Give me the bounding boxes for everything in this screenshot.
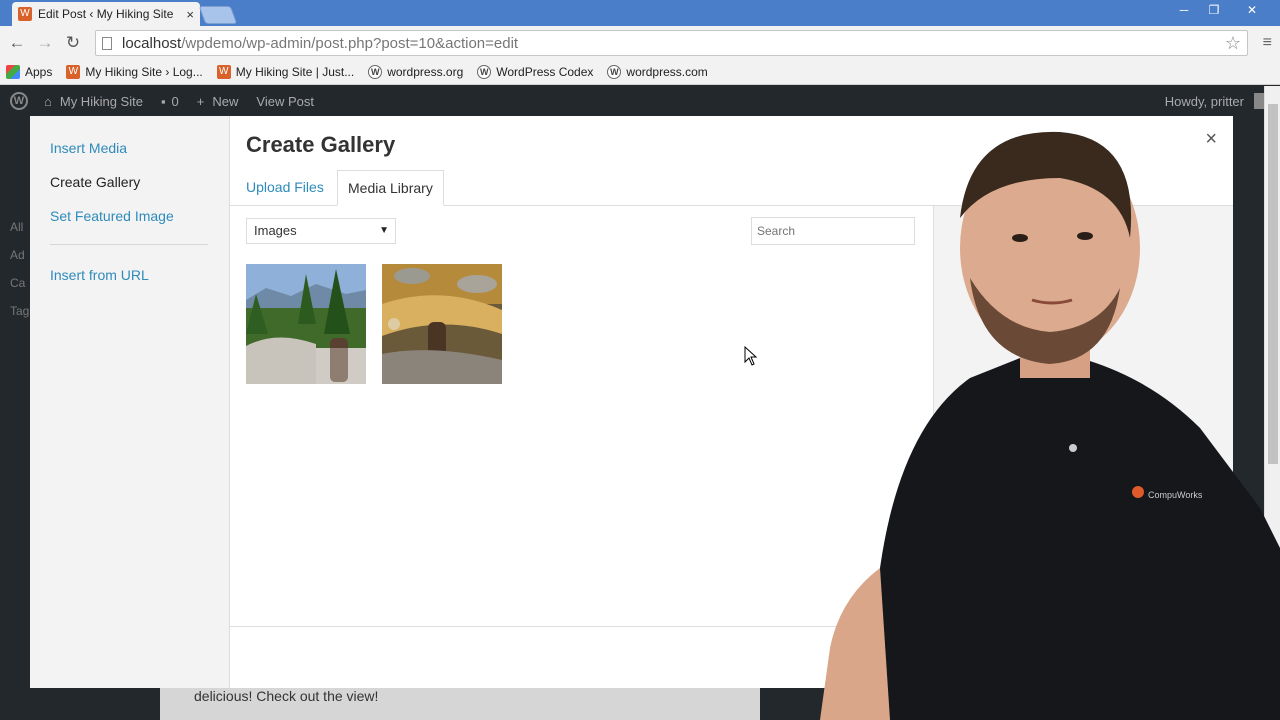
sidebar-fragment: Tag: [10, 304, 30, 318]
bookmark-hiking-login[interactable]: W My Hiking Site › Log...: [66, 65, 203, 79]
url-path: /wpdemo/wp-admin/post.php?post=10&action…: [181, 34, 519, 52]
url-host: localhost: [122, 34, 182, 52]
forward-arrow-icon[interactable]: →: [34, 32, 56, 54]
plus-icon: +: [196, 93, 205, 109]
site-favicon-icon: W: [18, 7, 32, 21]
chrome-menu-icon[interactable]: ≡: [1263, 34, 1272, 52]
bookmark-label: wordpress.org: [387, 65, 464, 79]
url-text: localhost/wpdemo/wp-admin/post.php?post=…: [122, 35, 518, 52]
bookmark-label: My Hiking Site › Log...: [85, 65, 203, 79]
new-tab-button[interactable]: [198, 6, 238, 24]
back-arrow-icon[interactable]: ←: [6, 32, 28, 54]
mouse-cursor-icon: [744, 346, 758, 366]
menu-insert-from-url[interactable]: Insert from URL: [30, 265, 229, 299]
admin-bar-howdy[interactable]: Howdy, pritter: [1165, 94, 1244, 109]
tab-media-library[interactable]: Media Library: [337, 170, 444, 206]
menu-set-featured-image[interactable]: Set Featured Image: [30, 206, 229, 240]
menu-create-gallery[interactable]: Create Gallery: [30, 172, 229, 206]
wp-admin-sidebar: All Ad Ca Tag: [0, 116, 30, 720]
tab-close-icon[interactable]: ×: [186, 7, 194, 22]
apps-grid-icon: [6, 65, 20, 79]
browser-titlebar: W Edit Post ‹ My Hiking Site × ─ ❐ ✕: [0, 0, 1280, 26]
site-icon: W: [66, 65, 81, 79]
restore-icon[interactable]: ❐: [1202, 2, 1226, 18]
menu-separator: [50, 244, 208, 245]
browser-toolbar: ← → ↻ localhost/wpdemo/wp-admin/post.php…: [0, 26, 1280, 60]
bookmark-wordpress-codex[interactable]: W WordPress Codex: [477, 65, 593, 79]
presenter-video-overlay: CompuWorks: [820, 131, 1280, 720]
tab-title: Edit Post ‹ My Hiking Site: [38, 7, 174, 21]
sidebar-fragment: All: [10, 220, 24, 234]
window-close-icon[interactable]: ✕: [1232, 2, 1272, 18]
wordpress-icon: W: [477, 65, 492, 79]
modal-title: Create Gallery: [246, 132, 396, 157]
dropdown-arrow-icon: ▼: [379, 225, 389, 236]
bookmarks-bar: Apps W My Hiking Site › Log... W My Hiking…: [0, 60, 1280, 85]
bookmark-hiking-site[interactable]: W My Hiking Site | Just...: [216, 65, 355, 79]
filter-selected-value: Images: [254, 223, 297, 238]
attachment-thumbnail[interactable]: [246, 264, 366, 384]
wordpress-logo-icon[interactable]: W: [10, 92, 28, 110]
bookmark-label: wordpress.com: [626, 65, 708, 79]
bookmark-star-icon[interactable]: ☆: [1225, 33, 1241, 54]
hiking-view-image: [246, 264, 366, 384]
site-icon: W: [216, 65, 231, 79]
wp-admin-bar: W ⌂ My Hiking Site ▪ 0 + New View Post H…: [0, 86, 1280, 116]
wordpress-icon: W: [368, 65, 383, 79]
comment-icon[interactable]: ▪: [161, 94, 166, 109]
media-menu: Insert Media Create Gallery Set Featured…: [30, 116, 230, 688]
admin-bar-site-name[interactable]: My Hiking Site: [60, 94, 143, 109]
attachment-thumbnail[interactable]: [382, 264, 502, 384]
svg-text:CompuWorks: CompuWorks: [1148, 490, 1203, 500]
wordpress-icon: W: [607, 65, 622, 79]
window-controls: ─ ❐ ✕: [1172, 2, 1272, 18]
bookmark-wordpress-com[interactable]: Wwordpress.com: [607, 65, 708, 79]
menu-insert-media[interactable]: Insert Media: [30, 138, 229, 172]
page-icon: [102, 36, 112, 50]
sidebar-fragment: Ad: [10, 248, 25, 262]
bookmark-apps[interactable]: Apps: [6, 65, 52, 79]
comment-count[interactable]: 0: [172, 94, 179, 109]
browser-tab-active[interactable]: W Edit Post ‹ My Hiking Site ×: [12, 2, 200, 26]
bookmark-label: Apps: [25, 65, 53, 79]
sidebar-fragment: Ca: [10, 276, 26, 290]
bookmark-label: WordPress Codex: [496, 65, 594, 79]
minimize-icon[interactable]: ─: [1172, 2, 1196, 18]
bookmark-label: My Hiking Site | Just...: [235, 65, 355, 79]
river-boots-image: [382, 264, 502, 384]
admin-bar-view-post[interactable]: View Post: [256, 94, 314, 109]
address-bar[interactable]: localhost/wpdemo/wp-admin/post.php?post=…: [95, 30, 1248, 56]
post-content-fragment: delicious! Check out the view!: [160, 686, 760, 720]
media-type-filter[interactable]: Images ▼: [246, 218, 396, 244]
tab-upload-files[interactable]: Upload Files: [236, 170, 334, 206]
admin-bar-new[interactable]: New: [212, 94, 238, 109]
home-icon: ⌂: [44, 93, 52, 109]
reload-icon[interactable]: ↻: [62, 32, 84, 54]
bookmark-wordpress-org[interactable]: Wwordpress.org: [368, 65, 463, 79]
